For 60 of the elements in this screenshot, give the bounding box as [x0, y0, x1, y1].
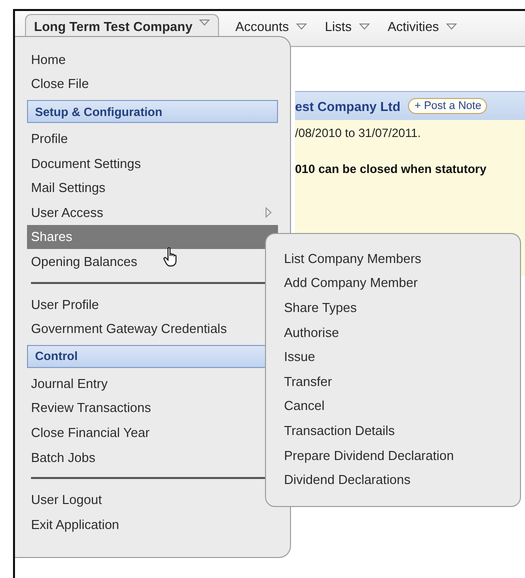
period-text: /08/2010 to 31/07/2011.: [295, 126, 422, 140]
post-note-button[interactable]: + Post a Note: [408, 98, 488, 114]
menu-tab[interactable]: Lists: [322, 14, 372, 38]
menu-item-label: Journal Entry: [31, 376, 108, 391]
menu-item-label: Exit Application: [31, 516, 120, 532]
submenu-item[interactable]: Prepare Dividend Declaration: [284, 442, 510, 468]
notice-text: 010 can be closed when statutory: [295, 162, 488, 176]
menu-item-label: Home: [31, 52, 66, 67]
menu-item-label: Government Gateway Credentials: [31, 321, 227, 336]
menu-item[interactable]: Mail Settings: [27, 175, 112, 200]
tab-label: Accounts: [235, 18, 289, 34]
menu-item-label: User Logout: [31, 492, 102, 508]
menu-item-label: Shares: [31, 229, 72, 244]
menu-item[interactable]: Batch Jobs: [27, 444, 102, 470]
menu-item[interactable]: Document Settings: [27, 150, 147, 176]
submenu-item[interactable]: Cancel: [284, 394, 510, 418]
hand-cursor-icon: [163, 247, 179, 267]
menu-item[interactable]: Review Transactions: [27, 396, 157, 420]
caret-icon: [296, 22, 307, 30]
tab-label: Long Term Test Company: [34, 19, 192, 34]
menu-item-label: Profile: [31, 130, 68, 146]
menu-item[interactable]: User Logout: [27, 487, 108, 512]
menu-item-label: Document Settings: [31, 156, 141, 171]
tab-label: Lists: [324, 18, 352, 34]
menu-item-label: User Access: [31, 204, 104, 220]
menu-item[interactable]: Journal Entry: [27, 370, 114, 396]
submenu-item[interactable]: Transfer: [284, 368, 510, 394]
menu-item-label: Close Financial Year: [31, 424, 150, 440]
submenu-item[interactable]: Transaction Details: [284, 418, 510, 443]
menu-item[interactable]: Exit Application: [27, 512, 126, 536]
caret-icon: [446, 22, 457, 30]
tab-label: Activities: [388, 18, 439, 34]
menu-item[interactable]: Shares: [27, 224, 278, 250]
submenu-item[interactable]: Issue: [284, 344, 510, 369]
menu-section-header: Setup & Configuration: [27, 100, 278, 124]
company-title: est Company Ltd: [295, 98, 400, 114]
menu-item[interactable]: Close Financial Year: [27, 420, 156, 445]
menu-item-label: Review Transactions: [31, 400, 151, 416]
submenu-item[interactable]: Authorise: [284, 320, 510, 344]
menu-item-label: Mail Settings: [31, 180, 106, 196]
menu-tab[interactable]: Accounts: [233, 14, 309, 38]
submenu-arrow-icon: [265, 206, 272, 218]
menu-item[interactable]: User Access: [27, 200, 278, 225]
menu-tab[interactable]: Activities: [386, 14, 459, 38]
menu-item[interactable]: Close File: [27, 72, 95, 96]
menu-item[interactable]: Home: [27, 47, 72, 72]
menu-item-label: Close File: [31, 76, 89, 92]
menu-item-label: Opening Balances: [31, 254, 138, 269]
menu-item[interactable]: Profile: [27, 126, 74, 151]
menu-item-label: Batch Jobs: [31, 450, 96, 465]
menu-item[interactable]: Government Gateway Credentials: [27, 316, 233, 341]
menu-item-label: User Profile: [31, 296, 99, 312]
menu-item[interactable]: Opening Balances: [27, 249, 144, 274]
submenu-item[interactable]: Share Types: [284, 295, 510, 320]
submenu-item[interactable]: Add Company Member: [284, 270, 510, 296]
caret-icon: [199, 19, 210, 26]
submenu-item[interactable]: List Company Members: [284, 246, 510, 271]
menu-item[interactable]: User Profile: [27, 292, 105, 316]
caret-icon: [358, 22, 370, 30]
submenu-item[interactable]: Dividend Declarations: [284, 467, 510, 492]
